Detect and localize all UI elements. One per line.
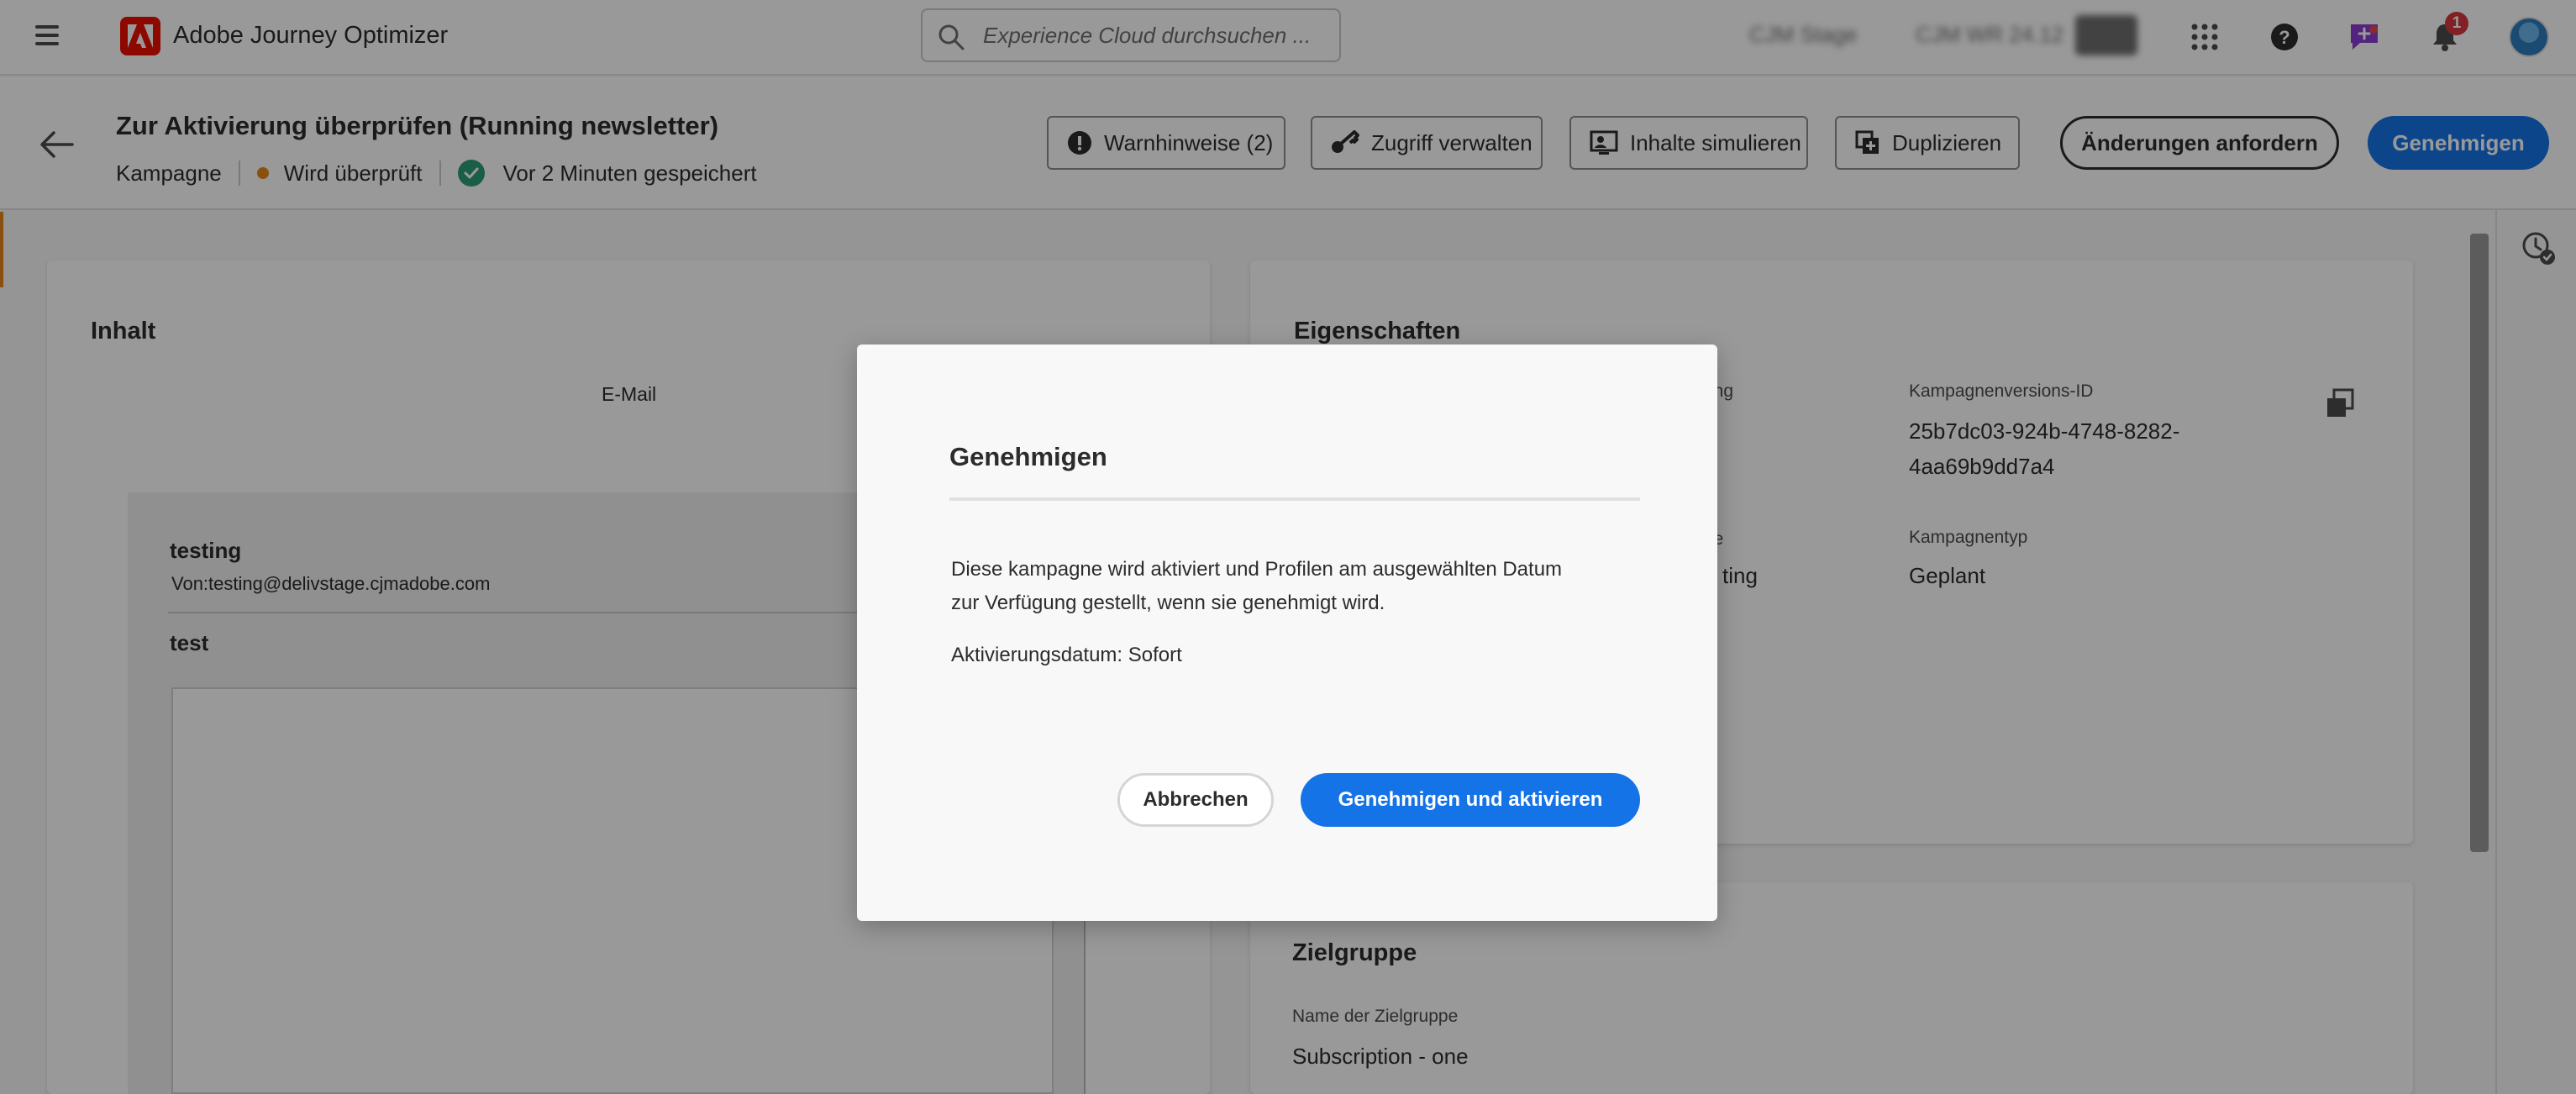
- dialog-message-line2: zur Verfügung gestellt, wenn sie genehmi…: [951, 592, 1385, 614]
- dialog-title: Genehmigen: [949, 442, 1107, 471]
- dialog-divider: [949, 497, 1640, 501]
- dialog-message-line1: Diese kampagne wird aktiviert und Profil…: [951, 558, 1563, 581]
- approve-and-activate-button[interactable]: Genehmigen und aktivieren: [1301, 773, 1640, 827]
- approve-dialog: Genehmigen Diese kampagne wird aktiviert…: [857, 345, 1717, 921]
- dialog-message: Diese kampagne wird aktiviert und Profil…: [951, 553, 1606, 620]
- cancel-button[interactable]: Abbrechen: [1117, 773, 1274, 827]
- activation-date-text: Aktivierungsdatum: Sofort: [951, 644, 1182, 666]
